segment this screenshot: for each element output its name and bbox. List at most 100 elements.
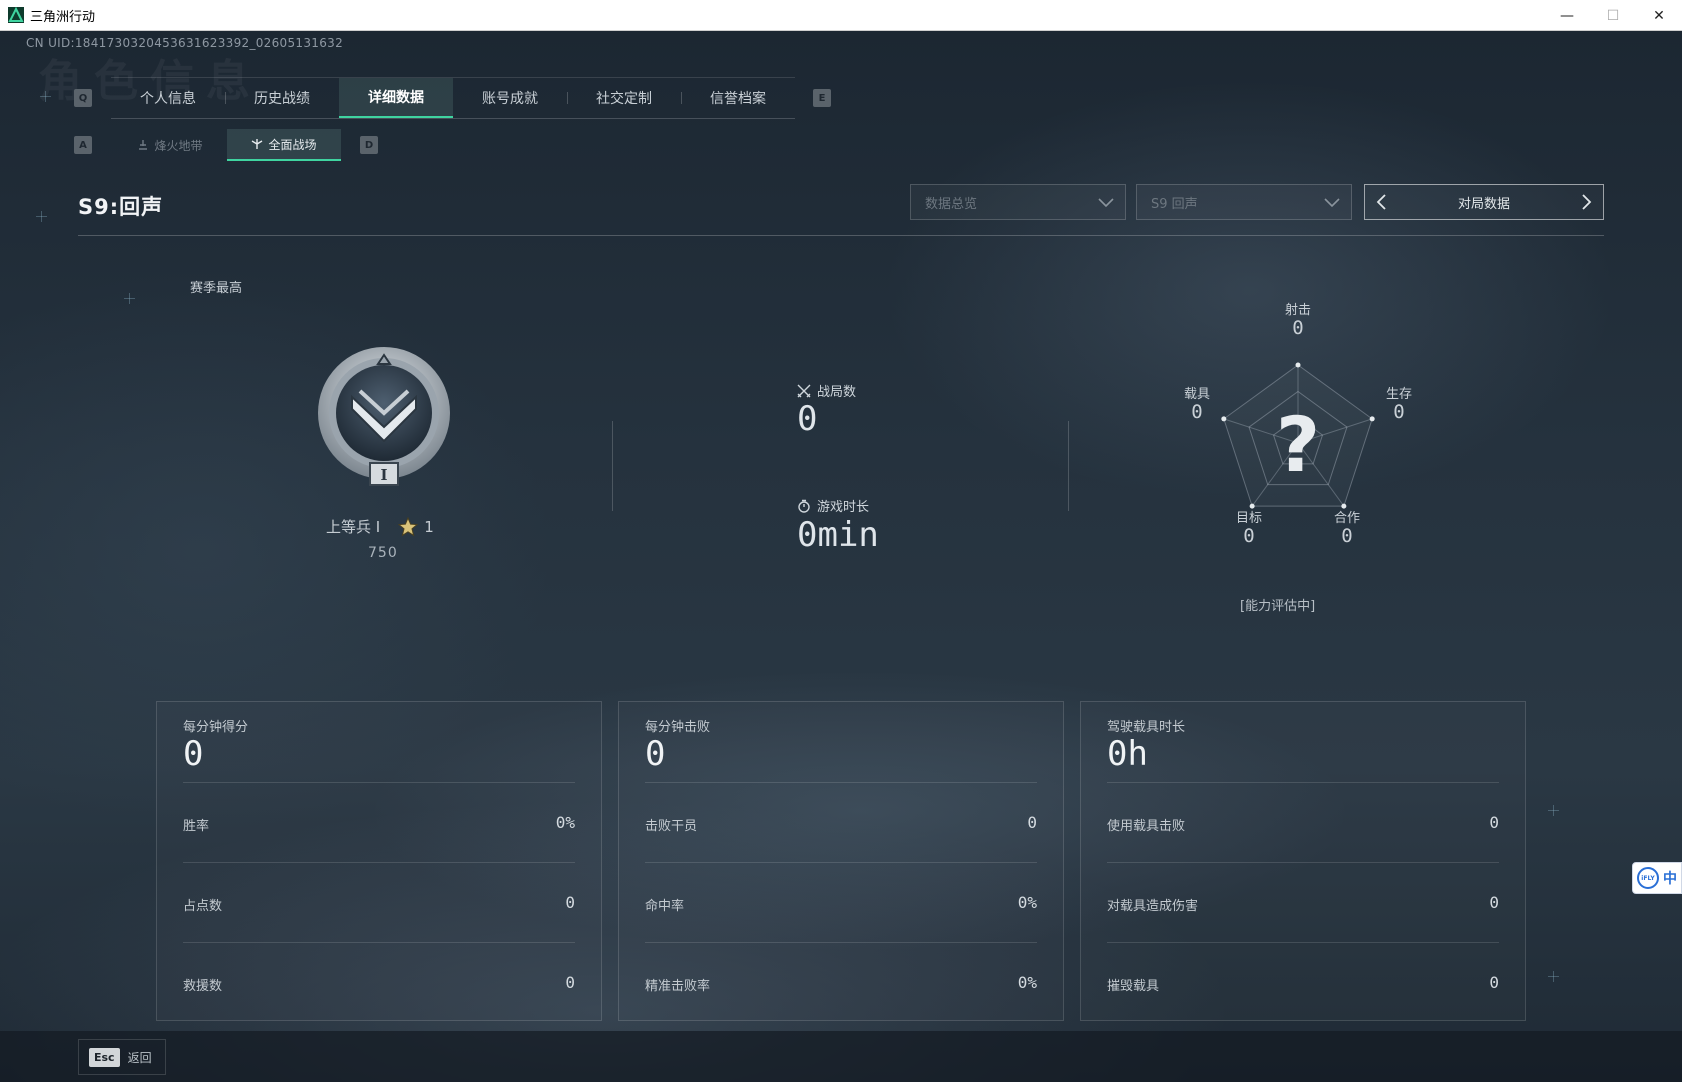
radar-label-objective: 目标 [1235, 511, 1262, 526]
matches-label-text: 战局数 [817, 385, 857, 400]
radar-value-vehicle: 0 [1191, 401, 1203, 423]
tab-match-history[interactable]: 历史战绩 [225, 78, 339, 118]
ability-radar-chart: ? [1221, 362, 1375, 509]
stat-row: 精准击败率 0% [645, 942, 1037, 1022]
matches-label: 战局数 [797, 381, 856, 400]
section-divider [1068, 421, 1069, 511]
radar-label-shooting: 射击 [1284, 303, 1311, 318]
stat-row: 摧毁载具 0 [1107, 942, 1499, 1022]
match-mode-selector: 对局数据 [1364, 184, 1604, 220]
main-tab-bar: 个人信息 历史战绩 详细数据 账号成就 社交定制 信誉档案 [111, 77, 795, 119]
chevron-right-icon[interactable] [1577, 193, 1595, 211]
radar-vertex-dot [1221, 416, 1227, 422]
radar-label-survival: 生存 [1385, 387, 1412, 402]
radar-center-mark: ? [1276, 400, 1320, 489]
deco-crosshair-mark [1548, 971, 1559, 982]
rank-tier-numeral: I [380, 466, 387, 484]
playtime-label: 游戏时长 [797, 496, 869, 515]
panel-main-value: 0 [183, 734, 204, 774]
radar-value-objective: 0 [1243, 525, 1255, 547]
subtab-battlefield[interactable]: 全面战场 [227, 129, 341, 161]
stat-row: 救援数 0 [183, 942, 575, 1022]
next-subtab-key-hint[interactable]: D [360, 136, 378, 154]
minimize-button[interactable]: — [1544, 0, 1590, 31]
rank-badge-icon: I [318, 347, 450, 486]
back-button[interactable]: Esc 返回 [78, 1039, 166, 1075]
stat-value: 0 [565, 973, 575, 992]
prev-tab-key-hint[interactable]: Q [74, 89, 92, 107]
window-titlebar: 三角洲行动 — ☐ ✕ [0, 0, 1682, 31]
tab-social-customization[interactable]: 社交定制 [567, 78, 681, 118]
ime-indicator[interactable]: iFLY 中 [1632, 862, 1682, 894]
tab-label: 历史战绩 [254, 91, 310, 107]
chevron-down-icon [1098, 198, 1114, 208]
tab-detailed-data[interactable]: 详细数据 [339, 78, 453, 118]
dropdown-value: 数据总览 [925, 196, 978, 212]
matches-value: 0 [797, 399, 818, 439]
ability-evaluating-note: [能力评估中] [1240, 599, 1316, 614]
stat-label: 命中率 [645, 899, 685, 914]
stat-value: 0 [1489, 973, 1499, 992]
subtab-flame-zone[interactable]: 烽火地带 [113, 129, 227, 161]
season-dropdown[interactable]: S9 回声 [1136, 184, 1352, 220]
playtime-label-text: 游戏时长 [817, 500, 870, 515]
stats-panel-kills: 每分钟击败 0 击败干员 0 命中率 0% 精准击败率 0% [618, 701, 1064, 1021]
stat-label: 对载具造成伤害 [1107, 899, 1199, 914]
panel-title: 每分钟击败 [645, 720, 711, 735]
tab-achievements[interactable]: 账号成就 [453, 78, 567, 118]
deco-crosshair-mark [36, 211, 47, 222]
subtab-label: 烽火地带 [154, 138, 203, 153]
tab-personal-info[interactable]: 个人信息 [111, 78, 225, 118]
uid-text: CN UID:1841730320453631623392_0260513163… [26, 36, 344, 50]
stat-label: 胜率 [183, 819, 210, 834]
panel-title: 驾驶载具时长 [1107, 720, 1186, 735]
stat-label: 使用载具击败 [1107, 819, 1186, 834]
panel-main-value: 0 [645, 734, 666, 774]
season-high-label: 赛季最高 [190, 281, 243, 296]
stat-label: 精准击败率 [645, 979, 711, 994]
stat-row: 胜率 0% [183, 782, 575, 862]
panel-main-value: 0h [1107, 734, 1148, 774]
radar-vertex-dot [1295, 362, 1301, 368]
chevron-down-icon [1324, 198, 1340, 208]
close-button[interactable]: ✕ [1636, 0, 1682, 31]
match-mode-label: 对局数据 [1457, 196, 1510, 212]
tab-label: 账号成就 [482, 91, 538, 107]
rank-name-row: 上等兵 I 1 [326, 516, 434, 537]
bottom-action-bar: Esc 返回 [0, 1031, 1682, 1082]
stat-value: 0 [1489, 893, 1499, 912]
ime-mode-label: 中 [1663, 871, 1677, 887]
tab-label: 详细数据 [368, 90, 424, 106]
flame-zone-icon [139, 140, 148, 150]
stats-panel-vehicle: 驾驶载具时长 0h 使用载具击败 0 对载具造成伤害 0 摧毁载具 0 [1080, 701, 1526, 1021]
next-tab-key-hint[interactable]: E [813, 89, 831, 107]
star-icon [398, 516, 419, 536]
back-label: 返回 [127, 1050, 152, 1065]
deco-crosshair-mark [40, 91, 51, 102]
deco-crosshair-mark [124, 293, 135, 304]
stat-label: 救援数 [183, 979, 223, 994]
dropdown-value: S9 回声 [1151, 196, 1198, 212]
stat-value: 0% [1017, 973, 1037, 992]
tab-label: 信誉档案 [710, 91, 766, 107]
stat-label: 击败干员 [645, 819, 698, 834]
radar-value-survival: 0 [1393, 401, 1405, 423]
stats-panel-score: 每分钟得分 0 胜率 0% 占点数 0 救援数 0 [156, 701, 602, 1021]
radar-label-vehicle: 载具 [1183, 387, 1210, 402]
restore-button[interactable]: ☐ [1590, 0, 1636, 31]
section-divider [612, 421, 613, 511]
battlefield-icon [252, 139, 263, 149]
deco-crosshair-mark [1548, 805, 1559, 816]
rank-score: 750 [368, 545, 398, 561]
prev-subtab-key-hint[interactable]: A [74, 136, 92, 154]
window-title: 三角洲行动 [30, 9, 96, 25]
data-view-dropdown[interactable]: 数据总览 [910, 184, 1126, 220]
stopwatch-icon [798, 499, 810, 513]
tab-credit-record[interactable]: 信誉档案 [681, 78, 795, 118]
game-viewport: 角色信息 CN UID:1841730320453631623392_02605… [0, 31, 1682, 1082]
ime-logo-icon: iFLY [1637, 867, 1659, 889]
stat-value: 0 [565, 893, 575, 912]
chevron-left-icon[interactable] [1373, 193, 1391, 211]
stat-value: 0 [1489, 813, 1499, 832]
tab-label: 个人信息 [140, 91, 196, 107]
